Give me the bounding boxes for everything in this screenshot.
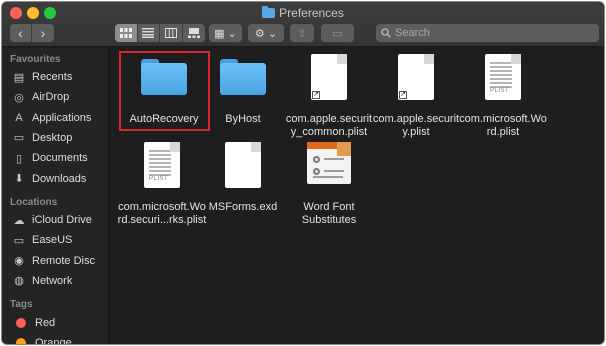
list-view-icon [142, 28, 155, 38]
gallery-view-button[interactable] [183, 24, 206, 42]
sidebar-item-desktop[interactable]: ▭ Desktop [12, 129, 73, 147]
sidebar-item-label: Applications [32, 111, 92, 124]
sidebar-item-label: Remote Disc [32, 254, 95, 267]
window-title: Preferences [2, 6, 604, 20]
edit-tags-button[interactable]: ▭ [321, 24, 354, 42]
document-icon: ↗ [368, 50, 464, 110]
file-item[interactable]: MSForms.exd [195, 138, 291, 214]
toolbar: Preferences ‹ › ▦ ⌄ ⚙ ⌄ ⇪ ▭ Search [2, 2, 604, 47]
sidebar-item-label: Red [35, 317, 56, 329]
finder-window: Preferences ‹ › ▦ ⌄ ⚙ ⌄ ⇪ ▭ Search Favou… [1, 1, 605, 345]
navigation-buttons: ‹ › [10, 24, 54, 42]
search-icon [381, 28, 391, 38]
file-name: MSForms.exd [208, 201, 278, 213]
search-field[interactable] [376, 24, 599, 42]
network-icon: ◍ [14, 275, 24, 288]
file-item[interactable]: ↗ com.apple.securit y.plist [368, 50, 464, 139]
sidebar-heading-favourites: Favourites [10, 54, 61, 65]
recents-icon: ▤ [13, 71, 25, 84]
view-mode-buttons [115, 24, 205, 42]
file-item[interactable]: Word Font Substitutes [281, 138, 377, 227]
file-item[interactable]: ↗ com.apple.securit y_common.plist [281, 50, 377, 139]
column-view-button[interactable] [160, 24, 183, 42]
documents-icon: ▯ [15, 152, 23, 165]
file-name: com.apple.securit y.plist [372, 113, 460, 138]
applications-icon: A [15, 111, 23, 124]
share-menu: ⇪ [290, 24, 314, 42]
folder-icon [195, 50, 291, 110]
alias-arrow-icon: ↗ [312, 91, 320, 99]
sidebar-item-red[interactable]: Red [12, 314, 55, 332]
tag-color-dot [16, 338, 26, 344]
sidebar: Favourites Locations Tags ▤ Recents ◎ AirDr… [2, 48, 109, 345]
alias-arrow-icon: ↗ [399, 91, 407, 99]
plist-badge: PLIST [490, 88, 510, 94]
icloud-icon: ☁ [13, 214, 25, 227]
icon-view-icon [119, 28, 132, 38]
action-button[interactable]: ⚙ ⌄ [248, 24, 284, 42]
sidebar-item-applications[interactable]: A Applications [12, 109, 91, 127]
sidebar-item-icloud-drive[interactable]: ☁ iCloud Drive [12, 211, 92, 229]
sidebar-item-label: EaseUS [32, 234, 73, 247]
font-substitutes-icon [281, 138, 377, 198]
document-icon: ↗ [281, 50, 377, 110]
sidebar-item-orange[interactable]: Orange [12, 334, 72, 345]
tags-menu: ▭ [321, 24, 354, 42]
file-name: ByHost [225, 113, 261, 125]
sidebar-item-remote-disc[interactable]: ◉ Remote Disc [12, 252, 95, 270]
sidebar-item-recents[interactable]: ▤ Recents [12, 68, 73, 86]
list-view-button[interactable] [138, 24, 160, 42]
search-input[interactable] [395, 27, 585, 39]
icon-view-button[interactable] [115, 24, 138, 42]
sidebar-item-documents[interactable]: ▯ Documents [12, 149, 88, 167]
back-button[interactable]: ‹ [10, 24, 32, 42]
sidebar-heading-tags: Tags [10, 299, 33, 310]
sidebar-item-network[interactable]: ◍ Network [12, 272, 72, 290]
sidebar-item-label: Recents [32, 71, 73, 83]
desktop-icon: ▭ [13, 132, 25, 145]
downloads-icon: ⬇ [14, 173, 24, 185]
column-view-icon [164, 28, 177, 38]
forward-button[interactable]: › [32, 24, 54, 42]
folder-item[interactable]: ByHost [195, 50, 291, 126]
plist-badge: PLIST [149, 176, 169, 182]
sidebar-item-label: iCloud Drive [32, 214, 92, 226]
disc-icon: ◉ [14, 255, 24, 268]
folder-icon [262, 6, 276, 18]
file-item[interactable]: PLIST com.microsoft.Wo rd.plist [455, 50, 551, 139]
file-name: Word Font Substitutes [301, 201, 357, 226]
file-name: com.apple.securit y_common.plist [285, 113, 373, 138]
sidebar-item-airdrop[interactable]: ◎ AirDrop [12, 88, 69, 106]
file-name: com.microsoft.Wo rd.plist [459, 113, 547, 138]
document-icon [195, 138, 291, 198]
sidebar-item-label: Downloads [32, 172, 87, 185]
plist-document-icon: PLIST [455, 50, 551, 110]
sidebar-item-label: AirDrop [32, 91, 70, 104]
sidebar-item-downloads[interactable]: ⬇ Downloads [12, 170, 86, 188]
group-by-button[interactable]: ▦ ⌄ [209, 24, 242, 42]
airdrop-icon: ◎ [14, 91, 24, 104]
group-by-menu: ▦ ⌄ [209, 24, 242, 42]
sidebar-item-label: Network [32, 274, 73, 287]
sidebar-item-label: Desktop [32, 131, 73, 144]
tag-color-dot [16, 318, 26, 328]
sidebar-item-label: Orange [35, 337, 72, 345]
sidebar-item-label: Documents [32, 152, 88, 165]
action-menu: ⚙ ⌄ [248, 24, 284, 42]
file-browser: AutoRecovery ByHost ↗ com.apple.securit y_c… [110, 48, 604, 344]
drive-icon: ▭ [13, 234, 25, 247]
sidebar-item-easeus[interactable]: ▭ EaseUS [12, 231, 73, 249]
share-button[interactable]: ⇪ [290, 24, 314, 42]
sidebar-heading-locations: Locations [10, 197, 58, 208]
gallery-view-icon [187, 28, 200, 38]
window-title-text: Preferences [279, 6, 344, 20]
